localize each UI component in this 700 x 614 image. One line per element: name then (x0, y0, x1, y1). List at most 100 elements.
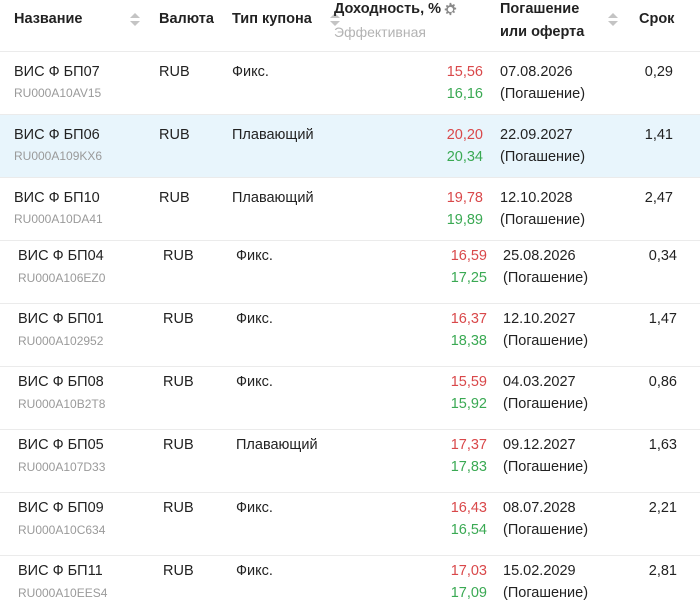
term: 0,29 (644, 64, 673, 80)
maturity-note: (Погашение) (500, 212, 586, 228)
coupon-type: Фикс. (236, 500, 273, 516)
term: 2,21 (648, 500, 677, 516)
sort-arrows-icon[interactable] (130, 13, 140, 27)
table-row[interactable]: ВИС Ф БП11 RU000A10EES4 RUB Фикс. 17,03 … (0, 556, 700, 614)
yield-green: 16,54 (450, 522, 487, 538)
term: 1,41 (644, 127, 673, 143)
table-row[interactable]: ВИС Ф БП06 RU000A109KX6 RUB Плавающий 20… (0, 115, 700, 178)
yield-red: 19,78 (446, 190, 483, 206)
yield-green: 18,38 (450, 333, 487, 349)
maturity-date: 12.10.2027 (503, 311, 576, 327)
bond-isin: RU000A10C634 (18, 523, 106, 537)
bond-name[interactable]: ВИС Ф БП06 (14, 127, 100, 143)
yield-green: 20,34 (446, 149, 483, 165)
maturity-note: (Погашение) (500, 86, 586, 102)
header-coupon-type[interactable]: Тип купона (232, 11, 312, 27)
table-row[interactable]: ВИС Ф БП10 RU000A10DA41 RUB Плавающий 19… (0, 178, 700, 241)
term: 0,34 (648, 248, 677, 264)
coupon-type: Фикс. (236, 311, 273, 327)
maturity-date: 25.08.2026 (503, 248, 576, 264)
maturity-date: 09.12.2027 (503, 437, 576, 453)
table-row[interactable]: ВИС Ф БП08 RU000A10B2T8 RUB Фикс. 15,59 … (0, 367, 700, 430)
bond-name[interactable]: ВИС Ф БП08 (18, 374, 104, 390)
bond-name[interactable]: ВИС Ф БП01 (18, 311, 104, 327)
yield-red: 15,59 (450, 374, 487, 390)
coupon-type: Фикс. (236, 248, 273, 264)
maturity-date: 22.09.2027 (500, 127, 573, 143)
bond-isin: RU000A10EES4 (18, 586, 108, 600)
yield-red: 15,56 (446, 64, 483, 80)
yield-red: 16,59 (450, 248, 487, 264)
table-row[interactable]: ВИС Ф БП07 RU000A10AV15 RUB Фикс. 15,56 … (0, 52, 700, 115)
header-maturity-line2[interactable]: или оферта (500, 24, 584, 40)
bond-isin: RU000A102952 (18, 334, 104, 348)
yield-green: 17,25 (450, 270, 487, 286)
yield-green: 16,16 (446, 86, 483, 102)
coupon-type: Плавающий (236, 437, 318, 453)
currency: RUB (159, 64, 190, 80)
maturity-date: 07.08.2026 (500, 64, 573, 80)
yield-red: 17,37 (450, 437, 487, 453)
bond-isin: RU000A10B2T8 (18, 397, 106, 411)
coupon-type: Плавающий (232, 190, 314, 206)
currency: RUB (163, 248, 194, 264)
table-row[interactable]: ВИС Ф БП04 RU000A106EZ0 RUB Фикс. 16,59 … (0, 241, 700, 304)
bond-isin: RU000A10DA41 (14, 212, 103, 226)
maturity-note: (Погашение) (503, 459, 589, 475)
currency: RUB (159, 190, 190, 206)
maturity-note: (Погашение) (503, 270, 589, 286)
coupon-type: Фикс. (232, 64, 269, 80)
maturity-note: (Погашение) (503, 396, 589, 412)
currency: RUB (159, 127, 190, 143)
term: 0,86 (648, 374, 677, 390)
yield-red: 20,20 (446, 127, 483, 143)
header-maturity-line1[interactable]: Погашение (500, 1, 579, 17)
currency: RUB (163, 500, 194, 516)
maturity-note: (Погашение) (503, 333, 589, 349)
coupon-type: Фикс. (236, 563, 273, 579)
maturity-date: 04.03.2027 (503, 374, 576, 390)
bond-name[interactable]: ВИС Ф БП11 (18, 563, 103, 579)
coupon-type: Фикс. (236, 374, 273, 390)
maturity-note: (Погашение) (500, 149, 586, 165)
table-row[interactable]: ВИС Ф БП09 RU000A10C634 RUB Фикс. 16,43 … (0, 493, 700, 556)
yield-red: 16,37 (450, 311, 487, 327)
currency: RUB (163, 437, 194, 453)
bond-name[interactable]: ВИС Ф БП09 (18, 500, 104, 516)
header-yield-sub: Эффективная (334, 24, 426, 40)
coupon-type: Плавающий (232, 127, 314, 143)
bond-name[interactable]: ВИС Ф БП07 (14, 64, 100, 80)
currency: RUB (163, 374, 194, 390)
yield-red: 17,03 (450, 563, 487, 579)
header-name[interactable]: Название (14, 11, 82, 27)
term: 2,81 (648, 563, 677, 579)
sort-arrows-icon[interactable] (608, 13, 618, 27)
gear-icon[interactable] (443, 2, 457, 16)
yield-green: 17,83 (450, 459, 487, 475)
term: 1,47 (648, 311, 677, 327)
term: 1,63 (648, 437, 677, 453)
table-row[interactable]: ВИС Ф БП01 RU000A102952 RUB Фикс. 16,37 … (0, 304, 700, 367)
currency: RUB (163, 563, 194, 579)
currency: RUB (163, 311, 194, 327)
maturity-note: (Погашение) (503, 585, 589, 601)
bond-name[interactable]: ВИС Ф БП10 (14, 190, 100, 206)
yield-green: 15,92 (450, 396, 487, 412)
term: 2,47 (644, 190, 673, 206)
yield-green: 19,89 (446, 212, 483, 228)
yield-red: 16,43 (450, 500, 487, 516)
header-term[interactable]: Срок (639, 11, 674, 27)
bond-isin: RU000A106EZ0 (18, 271, 106, 285)
maturity-date: 15.02.2029 (503, 563, 576, 579)
bond-name[interactable]: ВИС Ф БП04 (18, 248, 104, 264)
header-currency[interactable]: Валюта (159, 11, 214, 27)
bond-name[interactable]: ВИС Ф БП05 (18, 437, 104, 453)
yield-green: 17,09 (450, 585, 487, 601)
header-yield[interactable]: Доходность, % (334, 1, 441, 17)
maturity-date: 12.10.2028 (500, 190, 573, 206)
maturity-date: 08.07.2028 (503, 500, 576, 516)
maturity-note: (Погашение) (503, 522, 589, 538)
bond-isin: RU000A10AV15 (14, 86, 102, 100)
table-row[interactable]: ВИС Ф БП05 RU000A107D33 RUB Плавающий 17… (0, 430, 700, 493)
bond-isin: RU000A107D33 (18, 460, 106, 474)
